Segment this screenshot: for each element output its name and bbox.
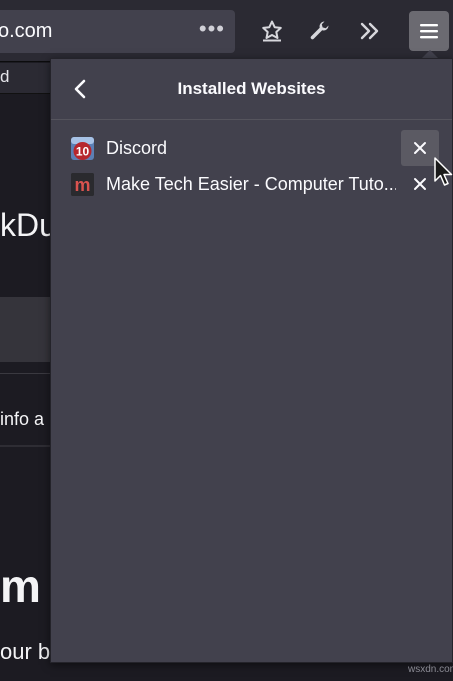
url-bar[interactable]: o.com ••• xyxy=(0,10,235,53)
browser-toolbar: o.com ••• xyxy=(0,0,453,62)
page-large-fragment: m xyxy=(0,560,41,612)
installed-site-item[interactable]: 10 Discord xyxy=(51,130,452,166)
svg-text:m: m xyxy=(74,175,90,195)
mouse-cursor-icon xyxy=(434,157,453,192)
url-text[interactable]: o.com xyxy=(0,20,52,43)
installed-site-item[interactable]: m Make Tech Easier - Computer Tuto... xyxy=(51,166,452,202)
page-block xyxy=(0,297,50,362)
bookmark-star-icon xyxy=(262,20,282,42)
page-text-fragment: info a xyxy=(0,409,45,429)
close-icon xyxy=(414,178,426,190)
panel-title: Installed Websites xyxy=(177,79,326,98)
application-menu-button[interactable] xyxy=(409,11,449,51)
customize-tools-button[interactable] xyxy=(300,11,340,51)
hamburger-menu-icon xyxy=(420,24,438,39)
mte-site-icon: m xyxy=(71,173,94,196)
panel-header: Installed Websites xyxy=(51,59,452,120)
page-divider xyxy=(0,373,50,374)
page-actions-button[interactable]: ••• xyxy=(199,16,225,42)
overflow-chevrons-icon xyxy=(360,22,379,40)
watermark: wsxdn.com xyxy=(408,664,453,675)
wrench-icon xyxy=(310,21,329,40)
page-tab[interactable]: d xyxy=(0,63,50,94)
bookmark-star-button[interactable] xyxy=(252,11,292,51)
overflow-menu-button[interactable] xyxy=(350,11,390,51)
discord-site-icon: 10 xyxy=(71,137,94,160)
page-divider xyxy=(0,445,50,447)
installed-websites-panel: Installed Websites 10 Discord m Make Tec… xyxy=(50,58,453,663)
svg-text:10: 10 xyxy=(76,145,90,159)
close-icon xyxy=(414,142,426,154)
site-label: Make Tech Easier - Computer Tuto... xyxy=(106,174,396,194)
page-tab-label: d xyxy=(0,67,10,86)
page-text-fragment-2: our b xyxy=(0,639,51,664)
page-heading-fragment: kDu xyxy=(0,207,57,243)
site-label: Discord xyxy=(106,138,168,158)
